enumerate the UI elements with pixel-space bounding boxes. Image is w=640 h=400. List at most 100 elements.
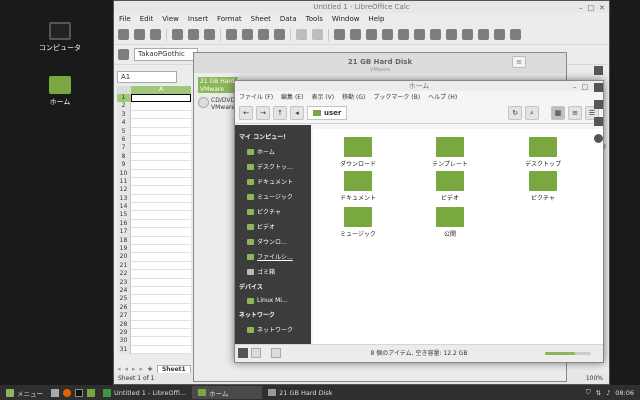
properties-icon[interactable] [594, 66, 603, 75]
minimize-icon[interactable]: – [579, 2, 583, 14]
cell[interactable] [131, 127, 191, 136]
image-icon[interactable] [430, 29, 441, 40]
network-icon[interactable]: ⇅ [596, 389, 601, 397]
folder-item[interactable]: デスクトップ [518, 137, 568, 168]
menu-edit[interactable]: Edit [140, 15, 154, 23]
row-header[interactable]: 28 [117, 320, 131, 329]
zoom-level[interactable]: 100% [586, 373, 603, 384]
firefox-icon[interactable] [63, 388, 71, 397]
save-icon[interactable] [150, 29, 161, 40]
menu-help[interactable]: Help [368, 15, 384, 23]
task-calc[interactable]: Untitled 1 - LibreOffi... [97, 386, 192, 399]
sidebar-item[interactable]: ゴミ箱 [235, 264, 311, 279]
fm-menu-view[interactable]: 表示 (V) [311, 92, 334, 101]
row-header[interactable]: 20 [117, 253, 131, 262]
open-icon[interactable] [134, 29, 145, 40]
row-header[interactable]: 25 [117, 295, 131, 304]
row-header[interactable]: 6 [117, 135, 131, 145]
up-icon[interactable]: ↑ [273, 105, 287, 120]
sidebar-item[interactable]: ビデオ [235, 219, 311, 234]
cell[interactable] [131, 219, 191, 229]
row-header[interactable]: 8 [117, 152, 131, 162]
menu-window[interactable]: Window [332, 15, 360, 23]
fm-menu-help[interactable]: ヘルプ (H) [428, 92, 457, 101]
cell[interactable] [131, 169, 191, 178]
cell[interactable] [131, 119, 191, 128]
spelling-icon[interactable] [350, 29, 361, 40]
hd-list-item[interactable]: 21 GB Hard Disk VMware [198, 77, 238, 93]
menu-format[interactable]: Format [217, 15, 242, 23]
cell[interactable] [131, 152, 191, 162]
row-header[interactable]: 30 [117, 337, 131, 346]
gallery-icon[interactable] [594, 100, 603, 109]
folder-item[interactable]: テンプレート [425, 137, 475, 168]
sidebar-section-header[interactable]: デバイス [235, 279, 311, 294]
sidebar-item[interactable]: ミュージック [235, 189, 311, 204]
cell[interactable] [131, 337, 191, 346]
cell[interactable] [131, 245, 191, 254]
undo-icon[interactable] [296, 29, 307, 40]
desktop-icon-home[interactable]: ホーム [30, 76, 90, 107]
fm-menu-go[interactable]: 移動 (G) [342, 92, 365, 101]
menu-data[interactable]: Data [280, 15, 297, 23]
row-header[interactable]: 3 [117, 110, 131, 120]
fm-menu-file[interactable]: ファイル (F) [239, 92, 273, 101]
new-icon[interactable] [118, 29, 129, 40]
row-header[interactable]: 31 [117, 345, 131, 355]
menu-insert[interactable]: Insert [188, 15, 208, 23]
row-header[interactable]: 16 [117, 219, 131, 229]
cut-icon[interactable] [226, 29, 237, 40]
row-header[interactable]: 7 [117, 144, 131, 153]
cell[interactable] [131, 278, 191, 287]
back-icon[interactable]: ← [239, 105, 253, 120]
row-header[interactable]: 22 [117, 270, 131, 279]
folder-item[interactable]: ビデオ [425, 171, 475, 202]
row-header[interactable]: 23 [117, 278, 131, 287]
last-sheet-icon[interactable]: ▸ [140, 365, 144, 373]
column-header-a[interactable]: A [131, 86, 191, 94]
sidebar-item[interactable]: ネットワーク [235, 322, 311, 337]
show-places-icon[interactable] [238, 348, 248, 358]
cell[interactable] [131, 261, 191, 271]
sort-icon[interactable] [398, 29, 409, 40]
cd-list-item[interactable]: CD/DVD VMware [198, 97, 238, 111]
volume-icon[interactable]: ♪ [606, 389, 610, 397]
hide-sidebar-icon[interactable] [271, 348, 281, 358]
task-home[interactable]: ホーム [192, 386, 263, 399]
paste-icon[interactable] [258, 29, 269, 40]
active-cell[interactable] [131, 94, 191, 103]
minimize-icon[interactable]: – [573, 82, 577, 92]
cell[interactable] [131, 270, 191, 279]
maximize-icon[interactable]: □ [588, 2, 595, 14]
toggle-location-icon[interactable]: ◂ [290, 105, 304, 120]
name-box[interactable]: A1 [117, 71, 177, 83]
cell[interactable] [131, 253, 191, 262]
folder-item[interactable]: ピクチャ [518, 171, 568, 202]
fm-menu-bookmarks[interactable]: ブックマーク (B) [373, 92, 420, 101]
files-icon[interactable] [87, 388, 95, 397]
row-header[interactable]: 13 [117, 194, 131, 204]
fm-menu-edit[interactable]: 編集 (E) [281, 92, 303, 101]
folder-item[interactable]: ダウンロード [333, 137, 383, 168]
clock[interactable]: 08:06 [615, 389, 634, 397]
row-icon[interactable] [366, 29, 377, 40]
functions-icon[interactable] [594, 134, 603, 143]
cell[interactable] [131, 328, 191, 338]
menu-view[interactable]: View [162, 15, 179, 23]
sidebar-section-header[interactable]: マイ コンピュー！ [235, 129, 311, 144]
search-icon[interactable]: ⌕ [525, 105, 539, 120]
comment-icon[interactable] [510, 29, 521, 40]
row-header[interactable]: 19 [117, 245, 131, 254]
desktop-icon-computer[interactable]: コンピュータ [30, 22, 90, 53]
list-view-icon[interactable]: ≡ [568, 105, 582, 120]
prev-sheet-icon[interactable]: ◂ [125, 365, 129, 373]
start-menu-button[interactable]: メニュー [0, 386, 49, 399]
cell[interactable] [131, 303, 191, 313]
cell[interactable] [131, 186, 191, 195]
row-header[interactable]: 17 [117, 228, 131, 237]
menu-sheet[interactable]: Sheet [251, 15, 271, 23]
row-header[interactable]: 15 [117, 211, 131, 220]
sidebar-item[interactable]: デスクトッ... [235, 159, 311, 174]
home-titlebar[interactable]: ホーム –□✕ [235, 81, 603, 91]
redo-icon[interactable] [312, 29, 323, 40]
